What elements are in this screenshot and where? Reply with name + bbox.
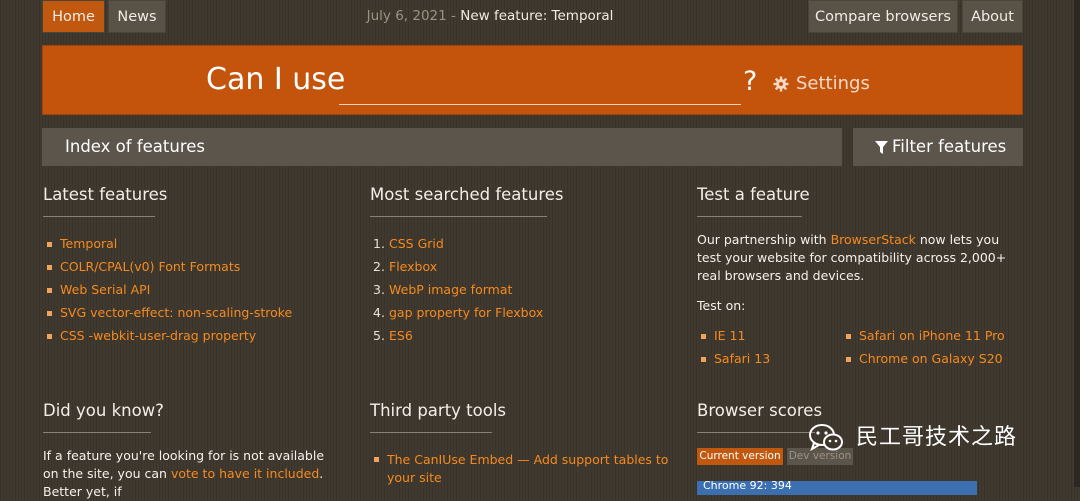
help-question-button[interactable]: ?	[743, 64, 757, 100]
nav-home[interactable]: Home	[42, 0, 105, 33]
latest-features-title: Latest features	[43, 185, 168, 204]
most-searched-underline	[370, 216, 547, 217]
gear-icon[interactable]	[773, 76, 789, 92]
watermark: 民工哥技术之路	[808, 420, 1058, 456]
ticker-message[interactable]: New feature: Temporal	[460, 8, 613, 24]
score-bar: Chrome 92: 394	[697, 479, 977, 495]
filter-features-button[interactable]: Filter features	[853, 128, 1023, 166]
test-feature-description: Our partnership with BrowserStack now le…	[697, 232, 1007, 283]
test-browsers-list-left: IE 11 Safari 13	[697, 324, 770, 370]
index-of-features-label: Index of features	[65, 137, 205, 156]
list-item[interactable]: Chrome on Galaxy S20	[842, 347, 1005, 370]
watermark-text: 民工哥技术之路	[856, 425, 1018, 450]
index-of-features-bar[interactable]: Index of features	[42, 128, 842, 166]
test-on-label: Test on:	[697, 298, 746, 313]
ticker-date: July 6, 2021	[366, 8, 447, 24]
list-item[interactable]: Safari 13	[697, 347, 770, 370]
bullet-icon	[47, 334, 52, 339]
test-feature-underline	[697, 216, 802, 217]
list-item[interactable]: 2. Flexbox	[370, 255, 543, 278]
test-browsers-list-right: Safari on iPhone 11 Pro Chrome on Galaxy…	[842, 324, 1005, 370]
list-item[interactable]: 3. WebP image format	[370, 278, 543, 301]
list-item[interactable]: Web Serial API	[43, 278, 292, 301]
browser-scores-underline	[697, 432, 815, 433]
browser-scores-title: Browser scores	[697, 401, 823, 420]
bullet-icon	[846, 334, 851, 339]
news-ticker[interactable]: July 6, 2021 - New feature: Temporal	[340, 0, 640, 33]
most-searched-title: Most searched features	[370, 185, 564, 204]
list-item[interactable]: IE 11	[697, 324, 770, 347]
bullet-icon	[701, 334, 706, 339]
bullet-icon	[47, 311, 52, 316]
third-party-title: Third party tools	[370, 401, 507, 420]
vote-link[interactable]: vote to have it included	[171, 466, 319, 481]
list-item[interactable]: SVG vector-effect: non-scaling-stroke	[43, 301, 292, 324]
list-item[interactable]: 4. gap property for Flexbox	[370, 301, 543, 324]
wechat-icon	[809, 424, 843, 452]
bullet-icon	[47, 288, 52, 293]
ticker-separator: -	[451, 8, 456, 24]
current-version-tab[interactable]: Current version	[697, 448, 783, 465]
score-label: Chrome 92: 394	[703, 479, 792, 492]
latest-features-underline	[43, 216, 155, 217]
list-item[interactable]: 5. ES6	[370, 324, 543, 347]
test-feature-title: Test a feature	[697, 185, 810, 204]
bullet-icon	[47, 242, 52, 247]
list-item[interactable]: Safari on iPhone 11 Pro	[842, 324, 1005, 347]
nav-compare-browsers[interactable]: Compare browsers	[808, 0, 958, 33]
site-title: Can I use	[206, 62, 346, 97]
search-hero: Can I use ? Settings	[42, 45, 1023, 115]
filter-features-label: Filter features	[892, 137, 1007, 156]
did-you-know-text: If a feature you're looking for is not a…	[43, 448, 325, 499]
most-searched-list: 1. CSS Grid 2. Flexbox 3. WebP image format…	[370, 232, 543, 347]
browserstack-link[interactable]: BrowserStack	[831, 232, 916, 247]
filter-icon	[875, 141, 888, 154]
list-item[interactable]: Temporal	[43, 232, 292, 255]
list-item[interactable]: CSS -webkit-user-drag property	[43, 324, 292, 347]
did-you-know-title: Did you know?	[43, 401, 164, 420]
scrollbar[interactable]	[1074, 0, 1080, 487]
latest-features-list: Temporal COLR/CPAL(v0) Font Formats Web …	[43, 232, 292, 347]
list-item[interactable]: COLR/CPAL(v0) Font Formats	[43, 255, 292, 278]
third-party-underline	[370, 432, 492, 433]
nav-news[interactable]: News	[108, 0, 166, 33]
bullet-icon	[701, 357, 706, 362]
list-item[interactable]: 1. CSS Grid	[370, 232, 543, 255]
nav-about[interactable]: About	[962, 0, 1023, 33]
bullet-icon	[47, 265, 52, 270]
bullet-icon	[374, 457, 379, 462]
bullet-icon	[846, 357, 851, 362]
settings-button[interactable]: Settings	[796, 72, 870, 96]
list-item[interactable]: The CanIUse Embed — Add support tables t…	[370, 451, 680, 487]
did-you-know-underline	[43, 432, 151, 433]
search-input[interactable]	[339, 66, 741, 105]
